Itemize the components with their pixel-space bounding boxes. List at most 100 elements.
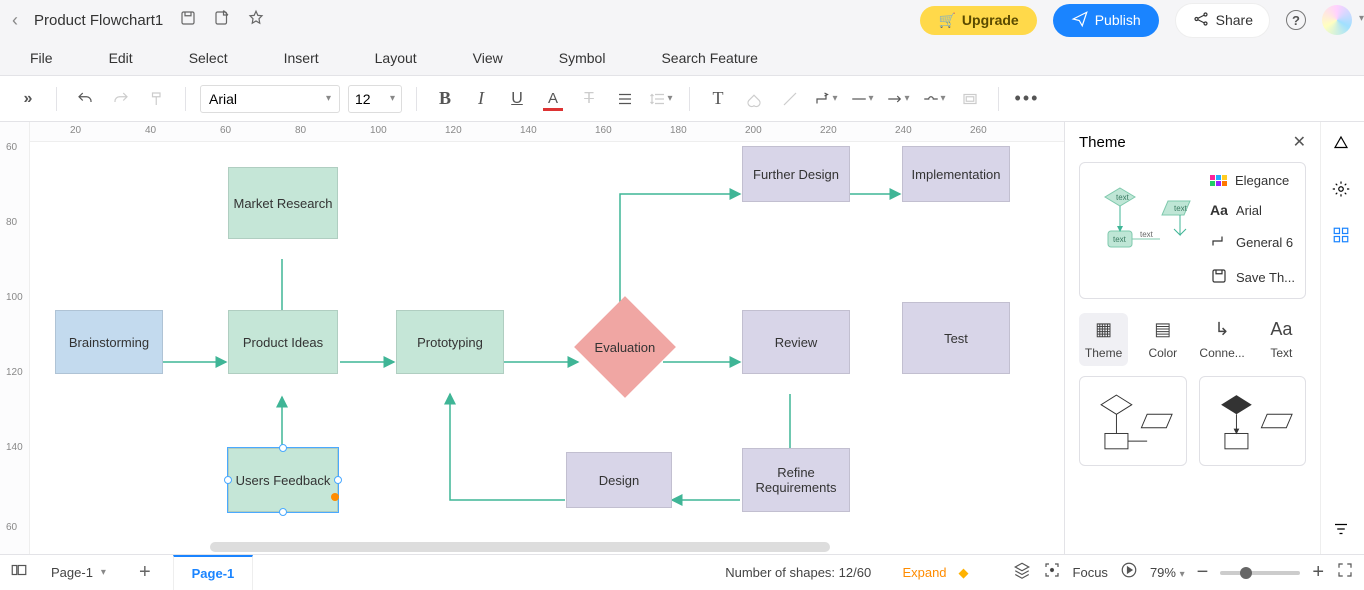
container-icon[interactable] [956, 85, 984, 113]
line-dash-icon[interactable]: ▾ [848, 85, 876, 113]
selection-handle[interactable] [224, 476, 232, 484]
palette-icon [1210, 175, 1227, 186]
zoom-in-button[interactable]: + [1312, 561, 1324, 584]
user-avatar[interactable] [1322, 5, 1352, 35]
node-label: Further Design [753, 167, 839, 182]
menu-view[interactable]: View [473, 50, 503, 66]
settings-toolbox-icon[interactable] [1332, 180, 1354, 202]
page-tab-active[interactable]: Page-1 [173, 555, 254, 590]
node-review[interactable]: Review [742, 310, 850, 374]
menu-select[interactable]: Select [189, 50, 228, 66]
connector-style-icon[interactable]: ▾ [812, 85, 840, 113]
selection-handle[interactable] [334, 476, 342, 484]
line-color-icon[interactable] [776, 85, 804, 113]
layers-icon[interactable] [1013, 561, 1031, 584]
grid-toolbox-icon[interactable] [1332, 226, 1354, 248]
selection-handle[interactable] [279, 508, 287, 516]
font-family-select[interactable]: Arial▾ [200, 85, 340, 113]
theme-tab-color[interactable]: ▤Color [1138, 313, 1187, 366]
font-size-select[interactable]: 12▾ [348, 85, 402, 113]
zoom-out-button[interactable]: − [1197, 561, 1209, 584]
zoom-slider[interactable] [1220, 571, 1300, 575]
star-icon[interactable] [247, 9, 265, 32]
undo-icon[interactable] [71, 85, 99, 113]
horizontal-scrollbar[interactable] [210, 542, 830, 552]
strikethrough-icon[interactable]: T [575, 85, 603, 113]
line-spacing-icon[interactable]: ▾ [647, 85, 675, 113]
menu-search-feature[interactable]: Search Feature [661, 50, 758, 66]
more-icon[interactable]: ••• [1013, 85, 1041, 113]
theme-tab-text[interactable]: AaText [1257, 313, 1306, 366]
publish-button[interactable]: Publish [1053, 4, 1159, 37]
export-icon[interactable] [213, 9, 231, 32]
expand-link[interactable]: Expand [902, 565, 946, 580]
theme-toolbox-icon[interactable] [1332, 134, 1354, 156]
page-select[interactable]: Page-1▾ [40, 562, 117, 583]
node-label: Brainstorming [69, 335, 149, 350]
canvas[interactable]: Brainstorming Market Research Product Id… [30, 142, 1064, 554]
fill-color-icon[interactable] [740, 85, 768, 113]
share-button[interactable]: Share [1175, 3, 1270, 38]
node-evaluation[interactable]: Evaluation [585, 307, 665, 387]
arrow-style-icon[interactable]: ▾ [884, 85, 912, 113]
node-users-feedback[interactable]: Users Feedback [228, 448, 338, 512]
menu-file[interactable]: File [30, 50, 53, 66]
help-icon[interactable]: ? [1286, 10, 1306, 30]
add-page-button[interactable]: + [129, 561, 161, 584]
bold-icon[interactable]: B [431, 85, 459, 113]
filter-toolbox-icon[interactable] [1332, 520, 1354, 542]
format-painter-icon[interactable] [143, 85, 171, 113]
focus-icon[interactable] [1043, 561, 1061, 584]
node-prototyping[interactable]: Prototyping [396, 310, 504, 374]
node-label: Product Ideas [243, 335, 323, 350]
save-icon[interactable] [179, 9, 197, 32]
line-jump-icon[interactable]: ▾ [920, 85, 948, 113]
align-icon[interactable] [611, 85, 639, 113]
redo-icon[interactable] [107, 85, 135, 113]
menu-symbol[interactable]: Symbol [559, 50, 606, 66]
tab-icon: Aa [1270, 319, 1292, 340]
fullscreen-icon[interactable] [1336, 561, 1354, 584]
ruler-tick: 60 [6, 522, 17, 533]
theme-font-row[interactable]: Aa Arial [1210, 202, 1295, 218]
node-brainstorming[interactable]: Brainstorming [55, 310, 163, 374]
zoom-label[interactable]: 79% ▾ [1150, 565, 1185, 580]
node-design[interactable]: Design [566, 452, 672, 508]
ruler-tick: 40 [145, 125, 156, 136]
back-button[interactable]: ‹ [12, 10, 18, 31]
node-further-design[interactable]: Further Design [742, 146, 850, 202]
node-market-research[interactable]: Market Research [228, 167, 338, 239]
theme-elegance-row[interactable]: Elegance [1210, 173, 1295, 188]
collapse-toggle-icon[interactable]: » [14, 85, 42, 113]
vertical-ruler: 608010012014060 [0, 122, 30, 554]
theme-tab-theme[interactable]: ▦Theme [1079, 313, 1128, 366]
text-tool-icon[interactable]: T [704, 85, 732, 113]
theme-option-1[interactable] [1079, 376, 1187, 466]
menu-layout[interactable]: Layout [375, 50, 417, 66]
theme-connector-row[interactable]: General 6 [1210, 232, 1295, 253]
presentation-icon[interactable] [1120, 561, 1138, 584]
node-label: Market Research [234, 196, 333, 211]
upgrade-button[interactable]: 🛒 Upgrade [920, 6, 1036, 35]
font-color-icon[interactable]: A [539, 85, 567, 113]
node-test[interactable]: Test [902, 302, 1010, 374]
menu-edit[interactable]: Edit [109, 50, 133, 66]
diamond-badge-icon[interactable]: ◆ [959, 565, 969, 581]
node-refine-requirements[interactable]: Refine Requirements [742, 448, 850, 512]
font-family-label: Arial [209, 91, 237, 107]
theme-save-row[interactable]: Save Th... [1210, 267, 1295, 288]
node-product-ideas[interactable]: Product Ideas [228, 310, 338, 374]
menu-insert[interactable]: Insert [284, 50, 319, 66]
italic-icon[interactable]: I [467, 85, 495, 113]
underline-icon[interactable]: U [503, 85, 531, 113]
zoom-slider-knob[interactable] [1240, 567, 1252, 579]
theme-option-2[interactable] [1199, 376, 1307, 466]
font-icon: Aa [1210, 202, 1228, 218]
theme-font-label: Arial [1236, 203, 1262, 218]
selection-handle[interactable] [279, 444, 287, 452]
theme-tab-conne[interactable]: ↳Conne... [1197, 313, 1246, 366]
rotate-handle[interactable] [331, 493, 339, 501]
close-panel-icon[interactable]: ✕ [1293, 132, 1306, 152]
pages-panel-icon[interactable] [10, 561, 28, 584]
node-implementation[interactable]: Implementation [902, 146, 1010, 202]
